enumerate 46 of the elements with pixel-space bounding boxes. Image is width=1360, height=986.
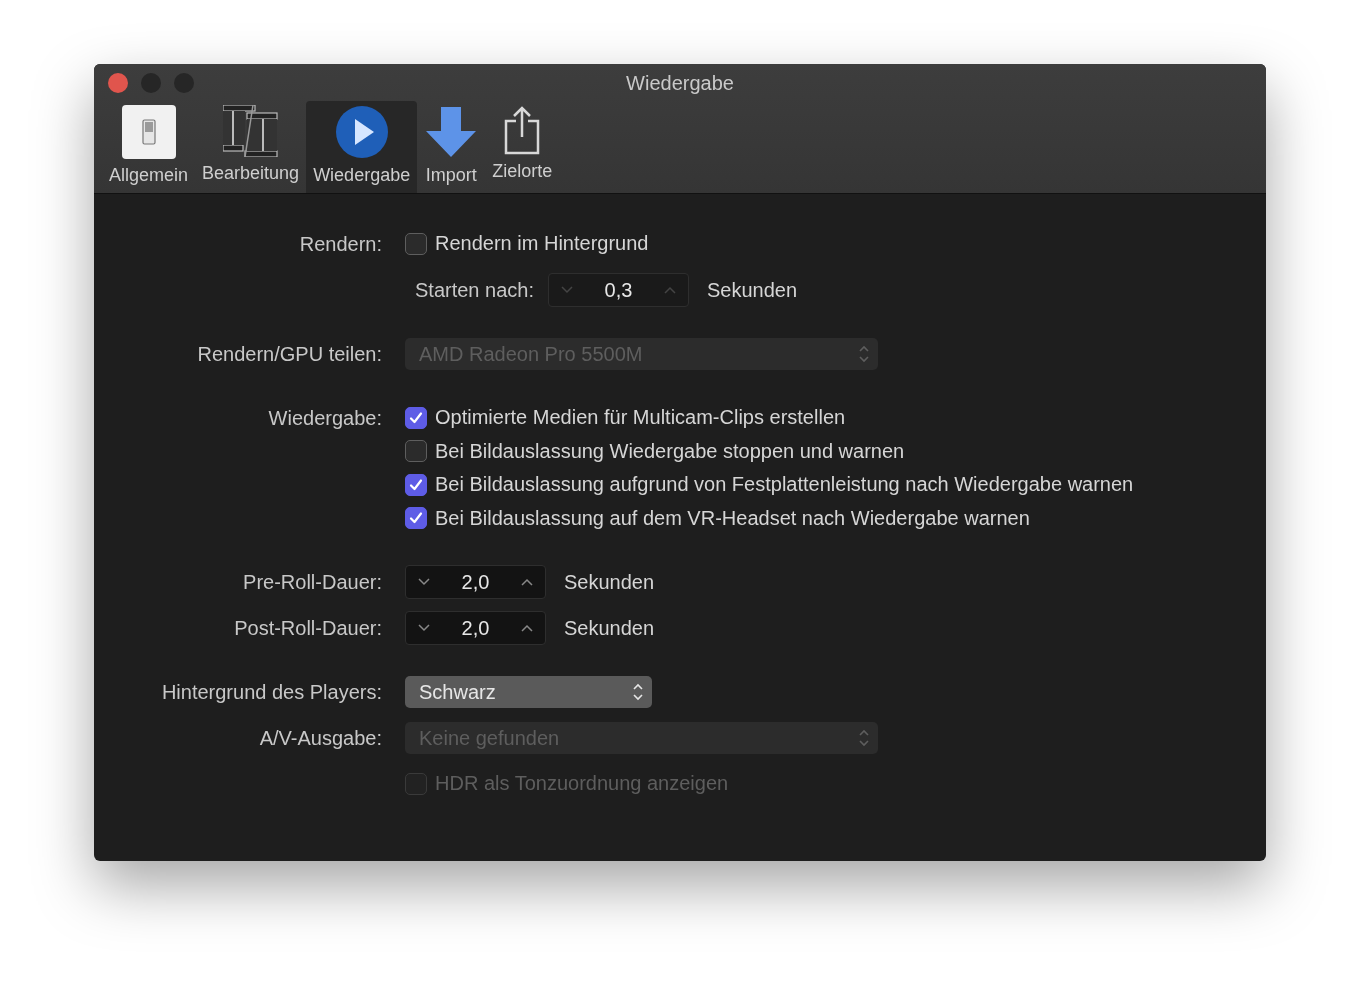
checkmark-icon: [408, 409, 424, 426]
play-icon: [334, 105, 389, 159]
field-label: Wiedergabe:: [268, 407, 382, 429]
dropdown-button[interactable]: Schwarz: [405, 676, 652, 708]
chevron-down-icon[interactable]: [418, 624, 430, 632]
number-stepper[interactable]: 2,0: [405, 611, 546, 645]
toolbar-tab[interactable]: Import: [417, 101, 486, 193]
checkbox[interactable]: [405, 406, 427, 429]
checkbox[interactable]: [405, 473, 427, 496]
checkbox[interactable]: [405, 232, 427, 255]
up-down-chevron-icon: [632, 682, 644, 702]
close-button[interactable]: [108, 73, 128, 93]
chevron-up-icon[interactable]: [521, 624, 533, 632]
field-label: A/V-Ausgabe:: [259, 727, 382, 749]
field-label: Rendern:: [299, 233, 382, 255]
up-down-chevron-icon: [858, 344, 870, 364]
field-label: Starten nach:: [415, 278, 534, 302]
switch-icon: [121, 105, 176, 159]
window-title: Wiedergabe: [626, 72, 734, 94]
field-label: Rendern/GPU teilen:: [197, 343, 382, 365]
checkbox-label: Rendern im Hintergrund: [435, 232, 649, 256]
share-icon: [503, 105, 542, 155]
unit-label: Sekunden: [564, 570, 655, 594]
checkbox[interactable]: [405, 440, 427, 463]
number-stepper[interactable]: 2,0: [405, 565, 546, 599]
unit-label: Sekunden: [564, 616, 655, 640]
film-strip-icon: [222, 105, 279, 157]
up-down-chevron-icon: [858, 728, 870, 748]
field-label: Post-Roll-Dauer:: [234, 617, 382, 639]
field-label: Hintergrund des Players:: [161, 681, 382, 703]
toolbar-tab[interactable]: Bearbeitung: [195, 101, 307, 193]
checkbox-label: Bei Bildauslassung auf dem VR-Headset nach Wiedergabe warnen: [435, 506, 1030, 530]
toolbar-tab[interactable]: Zielorte: [485, 101, 560, 193]
checkbox-label: HDR als Tonzuordnung anzeigen: [435, 772, 729, 796]
toolbar-tab[interactable]: Wiedergabe: [306, 101, 418, 193]
toolbar-tab[interactable]: Allgemein: [102, 101, 196, 193]
down-arrow-icon: [424, 105, 479, 159]
checkbox-label: Bei Bildauslassung Wiedergabe stoppen und warnen: [435, 439, 905, 463]
checkbox-label: Optimierte Medien für Multicam-Clips erstellen: [435, 406, 846, 430]
chevron-up-icon[interactable]: [521, 578, 533, 586]
field-label: Pre-Roll-Dauer:: [243, 571, 382, 593]
unit-label: Sekunden: [706, 278, 798, 302]
checkmark-icon: [408, 476, 424, 493]
checkbox-label: Bei Bildauslassung aufgrund von Festplattenleistung nach Wiedergabe warnen: [435, 473, 1134, 497]
checkbox[interactable]: [405, 507, 427, 530]
chevron-down-icon[interactable]: [418, 578, 430, 586]
